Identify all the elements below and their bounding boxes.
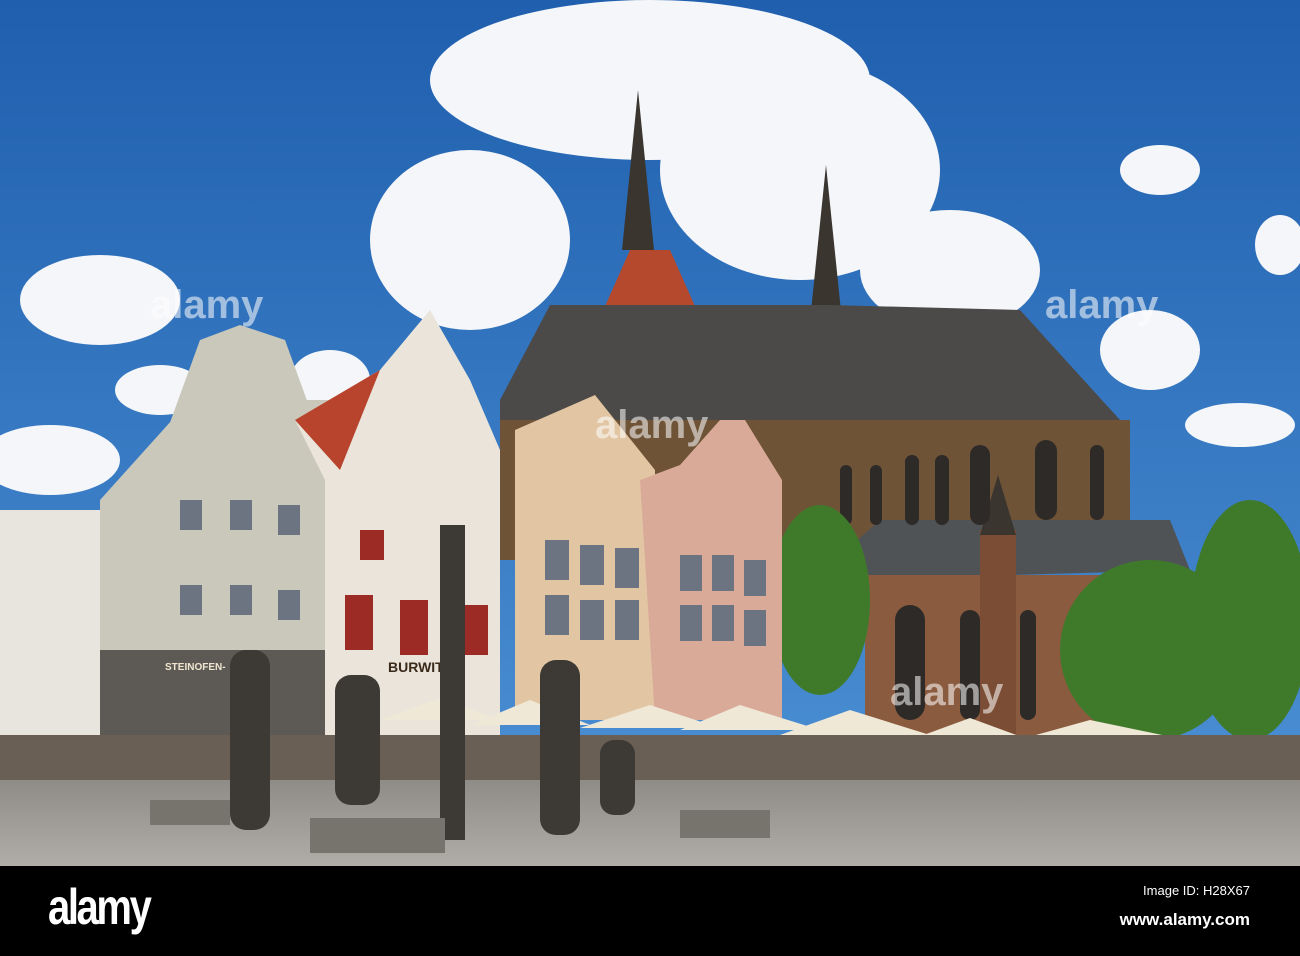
photo-market-square-church: STEINOFEN- BURWITZ alamyalamy alamyalamy — [0, 0, 1300, 866]
svg-text:alamy: alamy — [150, 283, 264, 327]
image-id: Image ID: H28X67 — [1143, 883, 1250, 898]
alamy-logo: alamy — [48, 879, 152, 935]
sign-bakery: STEINOFEN- — [165, 662, 226, 673]
svg-text:alamy: alamy — [1045, 283, 1159, 327]
svg-text:alamy: alamy — [595, 403, 709, 447]
website-link[interactable]: www.alamy.com — [1120, 910, 1250, 930]
cafe-area — [0, 735, 1300, 780]
svg-text:alamy: alamy — [890, 670, 1004, 714]
footer-bar: alamy Image ID: H28X67 www.alamy.com — [0, 866, 1300, 956]
